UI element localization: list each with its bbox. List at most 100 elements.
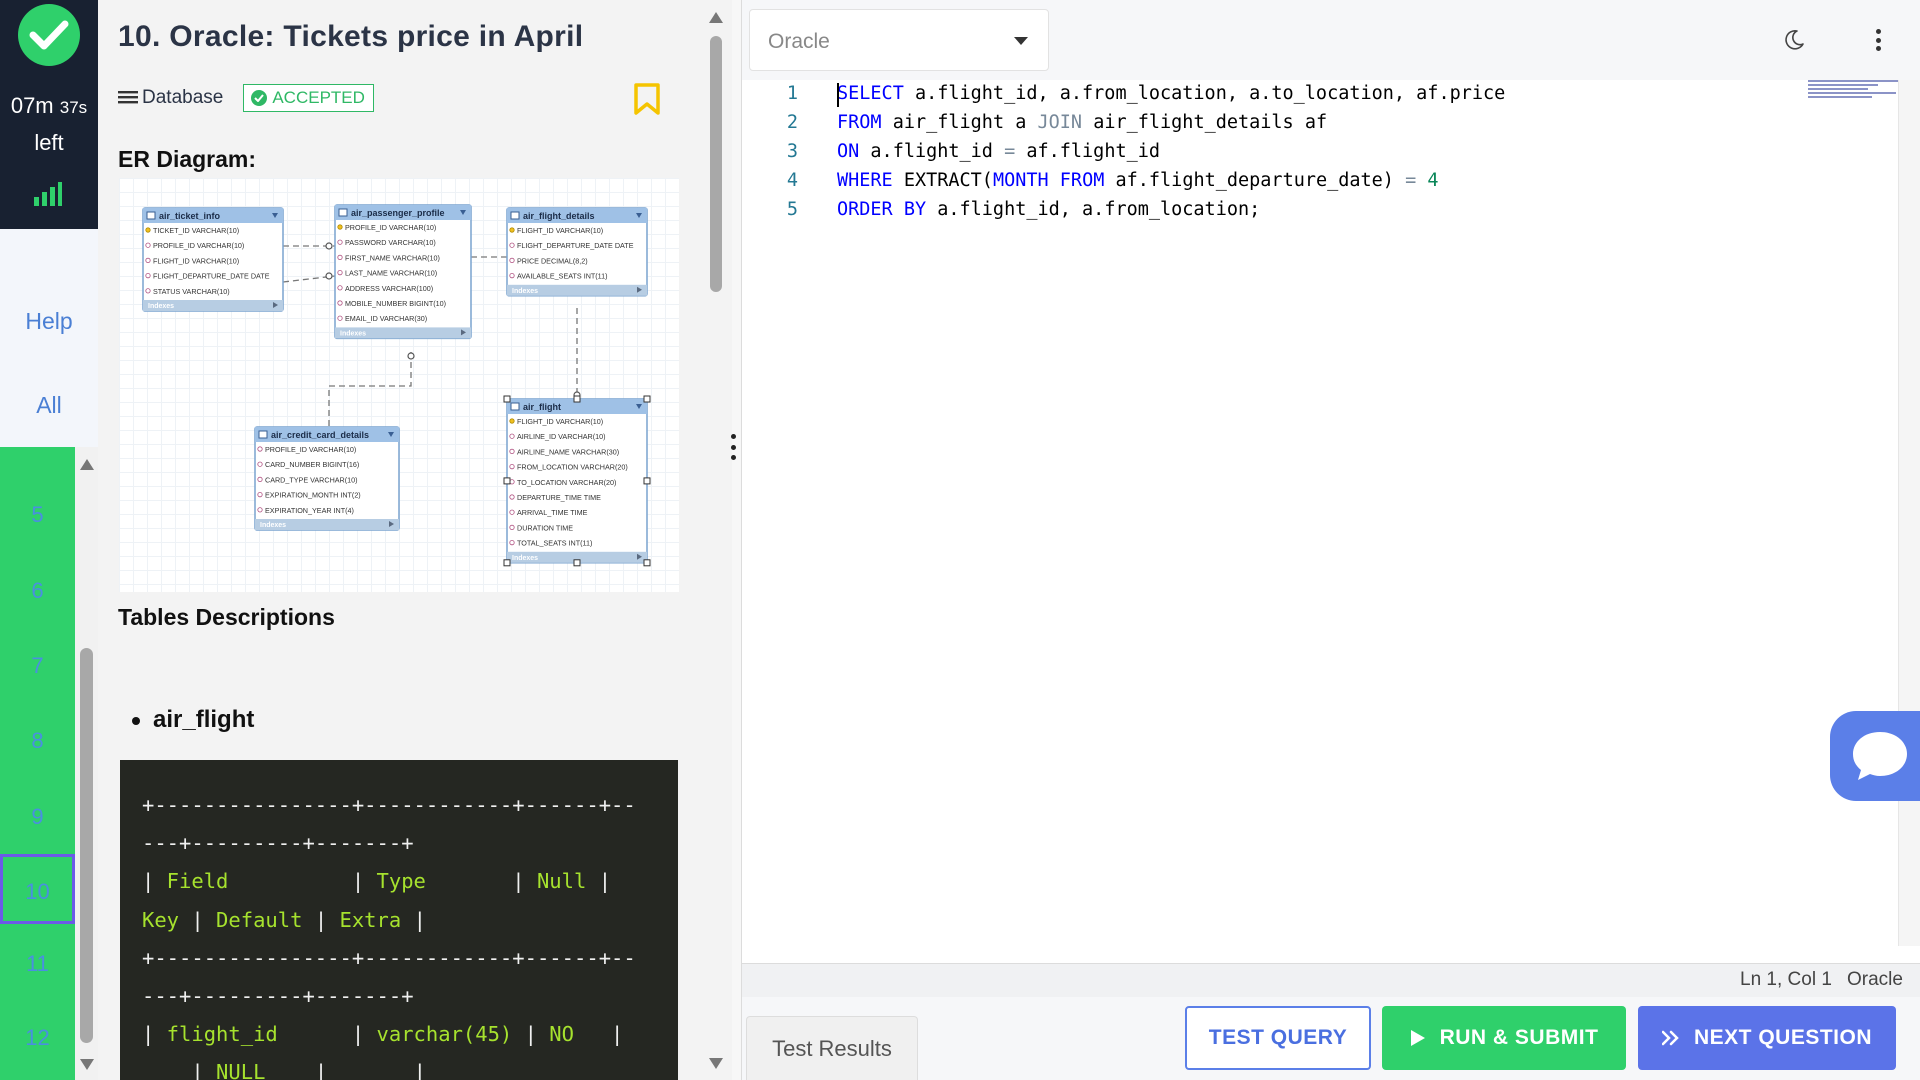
selection-handle[interactable] [643,477,651,485]
line-number: 2 [786,112,798,133]
code-line[interactable]: SELECT a.flight_id, a.from_location, a.t… [837,83,1505,104]
scroll-down-arrow-icon[interactable] [80,1059,94,1070]
code-token: a.flight_id [859,141,1005,162]
er-table-title: air_flight [523,402,561,412]
code-editor[interactable]: 1 2 3 4 5 SELECT a.flight_id, a.from_locatio… [742,80,1898,946]
er-column: PROFILE_ID VARCHAR(10) [153,241,244,250]
er-column: AIRLINE_NAME VARCHAR(30) [517,447,619,456]
schema-line: | flight_id | varchar(45) | NO | [142,1022,624,1047]
question-item-6[interactable]: 6 [0,556,75,626]
all-questions-link[interactable]: All [0,392,98,419]
table-name-bullet: air_flight [131,706,255,733]
key-icon [509,227,515,233]
problem-scroll-down-icon[interactable] [709,1058,723,1069]
more-options-icon[interactable] [1874,29,1882,51]
code-line[interactable]: ORDER BY a.flight_id, a.from_location; [837,199,1260,220]
scroll-up-arrow-icon[interactable] [80,459,94,470]
question-rail: 07m 37s left Help All 5 6 7 8 9 10 11 12 [0,0,98,1080]
code-line[interactable]: ON a.flight_id = af.flight_id [837,141,1160,162]
er-column: CARD_NUMBER BIGINT(16) [265,460,359,469]
er-column: TICKET_ID VARCHAR(10) [153,226,239,235]
er-column: TO_LOCATION VARCHAR(20) [517,478,616,487]
question-item-7[interactable]: 7 [0,631,75,701]
question-item-11[interactable]: 11 [0,929,75,999]
er-table-air_credit_card_details: air_credit_card_details PROFILE_ID VARCHA… [254,426,400,531]
next-question-button[interactable]: NEXT QUESTION [1638,1006,1896,1070]
selection-handle[interactable] [573,395,581,403]
status-dialect: Oracle [1847,969,1903,990]
schema-line: | NULL | | [191,1060,426,1080]
code-token: ON [837,141,860,162]
editor-scrollbar[interactable] [1898,80,1920,946]
er-table-air_ticket_info: air_ticket_info TICKET_ID VARCHAR(10) PROF… [142,207,284,312]
column-marker-icon [257,491,263,498]
er-indexes-label: Indexes [148,303,174,310]
selection-handle[interactable] [573,559,581,567]
chat-button[interactable] [1830,711,1920,801]
code-line[interactable]: FROM air_flight a JOIN air_flight_detail… [837,112,1327,133]
er-table-air_flight_details: air_flight_details FLIGHT_ID VARCHAR(10) F… [506,207,648,297]
er-indexes-label: Indexes [340,330,366,337]
er-column: TOTAL_SEATS INT(11) [517,539,592,548]
code-token: = [1004,141,1016,162]
panel-splitter[interactable] [732,0,742,1080]
question-item-10[interactable]: 10 [0,854,75,924]
er-table-title: air_ticket_info [159,211,221,221]
selection-handle[interactable] [503,477,511,485]
test-query-button[interactable]: TEST QUERY [1185,1006,1371,1070]
column-marker-icon [509,257,515,264]
category-label: Database [142,87,224,108]
er-table-air_passenger_profile: air_passenger_profile PROFILE_ID VARCHAR(… [334,204,472,340]
selection-handle[interactable] [643,395,651,403]
problem-scroll-thumb[interactable] [710,36,722,292]
moon-icon[interactable] [1783,29,1805,51]
status-badge: ACCEPTED [243,84,374,112]
double-chevron-right-icon [1661,1030,1680,1046]
dialect-select[interactable]: Oracle [749,9,1049,71]
problem-meta: Database ACCEPTED [118,84,374,112]
status-text: ACCEPTED [272,88,365,107]
column-marker-icon [337,315,343,321]
column-marker-icon [509,273,515,279]
er-column: FLIGHT_DEPARTURE_DATE DATE [517,241,634,250]
column-marker-icon [509,448,515,454]
er-table-title: air_credit_card_details [271,430,369,440]
er-column: ADDRESS VARCHAR(100) [345,284,433,293]
column-marker-icon [337,254,343,261]
line-number: 5 [786,199,798,220]
column-marker-icon [509,242,515,248]
schema-line: ---+---------+-------+ [142,831,414,856]
question-item-9[interactable]: 9 [0,782,75,852]
selection-handle[interactable] [503,559,511,567]
bookmark-icon[interactable] [633,82,661,116]
question-item-12[interactable]: 12 [0,1003,75,1073]
column-marker-icon [509,463,515,470]
code-line[interactable]: WHERE EXTRACT(MONTH FROM af.flight_depar… [837,170,1439,191]
question-item-8[interactable]: 8 [0,706,75,776]
er-table-air_flight: air_flight FLIGHT_ID VARCHAR(10) AIRLINE_I… [506,398,648,564]
problem-scroll-up-icon[interactable] [709,12,723,23]
question-list-scroll-thumb[interactable] [80,648,93,1043]
code-token: af.flight_id [1015,141,1161,162]
chat-bubble-icon [1853,732,1907,780]
er-indexes-label: Indexes [512,288,538,295]
column-marker-icon [257,507,263,513]
er-column: EMAIL_ID VARCHAR(30) [345,314,427,323]
line-number: 3 [786,141,798,162]
question-item-5[interactable]: 5 [0,480,75,550]
run-submit-button[interactable]: RUN & SUBMIT [1382,1006,1626,1070]
er-diagram: air_ticket_info TICKET_ID VARCHAR(10) PROF… [119,178,679,592]
column-marker-icon [257,446,263,452]
er-table-title: air_flight_details [523,211,595,221]
tab-test-results[interactable]: Test Results [746,1016,918,1080]
next-question-label: NEXT QUESTION [1693,1026,1873,1049]
selection-handle[interactable] [503,395,511,403]
help-link[interactable]: Help [0,308,98,335]
drag-handle-icon[interactable] [729,434,737,460]
selection-handle[interactable] [643,559,651,567]
editor-minimap[interactable] [1808,80,1900,104]
er-column: PASSWORD VARCHAR(10) [345,238,436,247]
code-token: MONTH [992,170,1049,191]
column-marker-icon [337,285,343,291]
